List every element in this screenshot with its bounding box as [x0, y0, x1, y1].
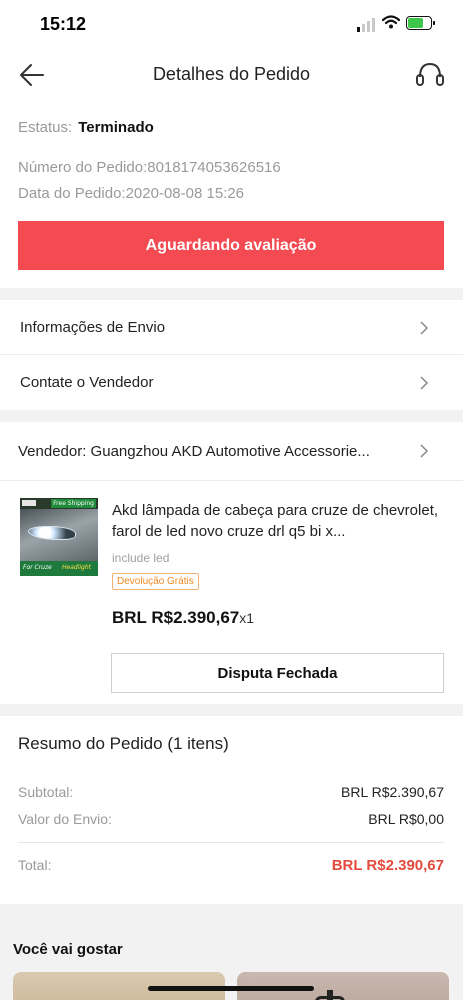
headset-icon[interactable]: [414, 60, 446, 90]
shipping-fee-label: Valor do Envio:: [18, 811, 112, 827]
product-title[interactable]: Akd lâmpada de cabeça para cruze de chev…: [112, 500, 444, 542]
order-links: Informações de Envio Contate o Vendedor: [0, 300, 463, 410]
chevron-right-icon: [419, 375, 429, 396]
product-price: BRL R$2.390,67: [112, 608, 240, 627]
divider: [18, 842, 444, 843]
free-return-badge: Devolução Grátis: [112, 573, 199, 590]
nav-bar: Detalhes do Pedido: [0, 48, 463, 102]
contact-seller-label: Contate o Vendedor: [20, 374, 154, 391]
dispute-closed-button[interactable]: Disputa Fechada: [111, 653, 444, 693]
product-quantity: x1: [239, 610, 255, 626]
seller-row[interactable]: Vendedor: Guangzhou AKD Automotive Acces…: [0, 422, 463, 480]
status-time: 15:12: [40, 14, 87, 34]
contact-seller-row[interactable]: Contate o Vendedor: [0, 355, 463, 410]
subtotal-label: Subtotal:: [18, 784, 74, 800]
recommend-title: Você vai gostar: [13, 941, 123, 958]
product-image[interactable]: Free Shipping For Cruze Headlight: [20, 498, 98, 576]
shipping-info-label: Informações de Envio: [20, 319, 166, 336]
total-label: Total:: [18, 857, 52, 873]
shipping-fee-value: BRL R$0,00: [368, 811, 444, 827]
order-number: Número do Pedido:8018174053626516: [18, 159, 281, 176]
chevron-right-icon: [419, 320, 429, 341]
order-info-card: Estatus: Terminado Número do Pedido:80181…: [0, 102, 463, 288]
status-bar: 15:12: [0, 0, 463, 48]
free-shipping-tag: Free Shipping: [51, 499, 96, 508]
order-date: Data do Pedido:2020-08-08 15:26: [18, 185, 245, 202]
product-photo-shape: [327, 990, 333, 1000]
model-label: For Cruze: [23, 564, 52, 571]
seller-name: Vendedor: Guangzhou AKD Automotive Acces…: [18, 443, 370, 460]
shipping-info-row[interactable]: Informações de Envio: [0, 300, 463, 355]
order-status: Estatus: Terminado: [18, 119, 154, 136]
status-value: Terminado: [78, 119, 154, 136]
product-variant: include led: [112, 551, 170, 565]
seller-product-card: Vendedor: Guangzhou AKD Automotive Acces…: [0, 422, 463, 704]
summary-title: Resumo do Pedido (1 itens): [18, 734, 229, 753]
status-label: Estatus:: [18, 119, 73, 136]
awaiting-review-button[interactable]: Aguardando avaliação: [18, 221, 444, 270]
signal-icon: [357, 18, 375, 32]
total-value: BRL R$2.390,67: [331, 857, 444, 874]
wifi-icon: [381, 15, 401, 34]
price-line: BRL R$2.390,67x1: [112, 608, 254, 628]
subtotal-value: BRL R$2.390,67: [341, 784, 444, 800]
order-summary: Resumo do Pedido (1 itens) Subtotal: BRL…: [0, 716, 463, 904]
home-indicator[interactable]: [148, 986, 314, 991]
divider: [0, 480, 463, 481]
battery-icon: [406, 16, 435, 30]
page-title: Detalhes do Pedido: [152, 64, 311, 84]
brand-logo: [22, 500, 36, 506]
headlight-label: Headlight: [62, 564, 91, 571]
chevron-right-icon: [419, 443, 429, 464]
